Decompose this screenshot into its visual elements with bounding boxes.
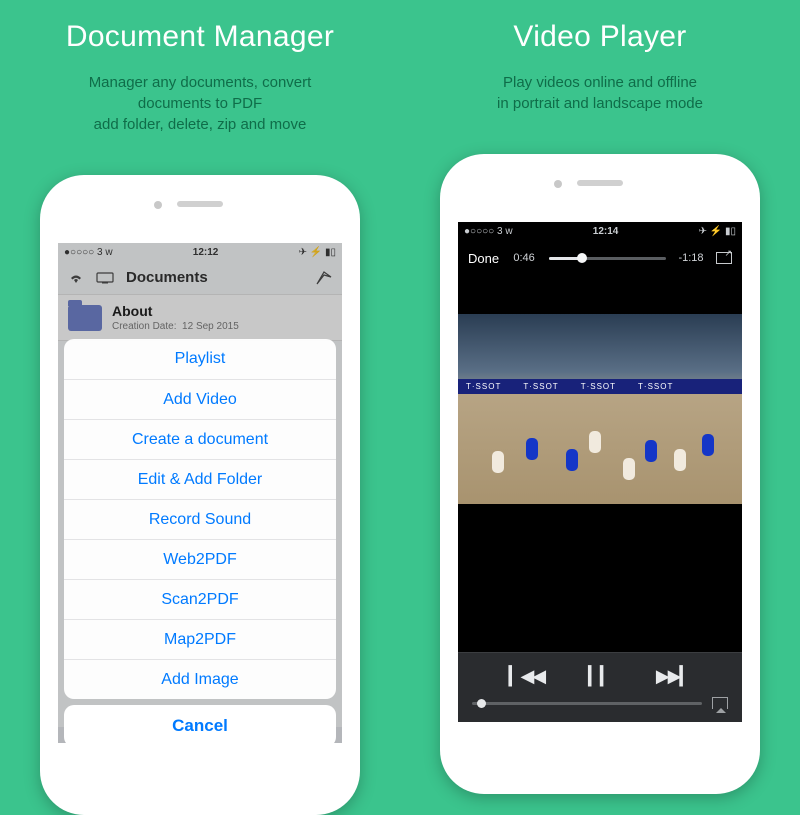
right-phone-frame: ●○○○○ 3 ᴡ 12:14 ✈ ⚡ ▮▯ Done 0:46 -1:18 T… xyxy=(440,154,760,794)
scrubber[interactable] xyxy=(549,257,666,260)
sheet-item-map2pdf[interactable]: Map2PDF xyxy=(64,619,336,659)
volume-slider[interactable] xyxy=(472,702,702,705)
right-subhead: Play videos online and offline in portra… xyxy=(497,72,703,114)
left-subhead: Manager any documents, convert documents… xyxy=(89,72,312,135)
ad-banner: T·SSOTT·SSOTT·SSOTT·SSOT xyxy=(458,379,742,395)
status-right: ✈ ⚡ ▮▯ xyxy=(699,226,736,237)
time-elapsed: 0:46 xyxy=(509,252,539,264)
right-headline: Video Player xyxy=(513,20,686,54)
sheet-item-record-sound[interactable]: Record Sound xyxy=(64,499,336,539)
sheet-item-playlist[interactable]: Playlist xyxy=(64,339,336,379)
status-time: 12:14 xyxy=(593,226,619,237)
status-carrier: ●○○○○ 3 ᴡ xyxy=(464,226,513,237)
video-frame[interactable]: T·SSOTT·SSOTT·SSOTT·SSOT xyxy=(458,314,742,504)
player-controls: ▎◀◀ ▎▎ ▶▶▎ xyxy=(458,652,742,722)
court xyxy=(458,394,742,504)
sheet-item-create-document[interactable]: Create a document xyxy=(64,419,336,459)
left-screen: ●○○○○ 3 ᴡ 12:12 ✈ ⚡ ▮▯ Documents xyxy=(58,243,342,743)
airplay-icon[interactable] xyxy=(712,697,728,709)
pause-button[interactable]: ▎▎ xyxy=(588,666,612,687)
right-screen: ●○○○○ 3 ᴡ 12:14 ✈ ⚡ ▮▯ Done 0:46 -1:18 T… xyxy=(458,222,742,722)
action-sheet: Playlist Add Video Create a document Edi… xyxy=(64,339,336,743)
next-track-button[interactable]: ▶▶▎ xyxy=(656,666,692,687)
sheet-item-scan2pdf[interactable]: Scan2PDF xyxy=(64,579,336,619)
fullscreen-icon[interactable] xyxy=(716,252,732,264)
done-button[interactable]: Done xyxy=(468,251,499,266)
scrubber-knob[interactable] xyxy=(577,253,587,263)
sheet-item-edit-add-folder[interactable]: Edit & Add Folder xyxy=(64,459,336,499)
sheet-item-add-image[interactable]: Add Image xyxy=(64,659,336,699)
sheet-cancel-button[interactable]: Cancel xyxy=(64,705,336,743)
time-remaining: -1:18 xyxy=(676,252,706,264)
sheet-item-web2pdf[interactable]: Web2PDF xyxy=(64,539,336,579)
left-headline: Document Manager xyxy=(66,20,334,54)
player-top-bar: Done 0:46 -1:18 xyxy=(458,240,742,276)
volume-knob[interactable] xyxy=(477,699,486,708)
status-bar: ●○○○○ 3 ᴡ 12:14 ✈ ⚡ ▮▯ xyxy=(458,222,742,240)
prev-track-button[interactable]: ▎◀◀ xyxy=(509,666,545,687)
sheet-options: Playlist Add Video Create a document Edi… xyxy=(64,339,336,699)
sheet-item-add-video[interactable]: Add Video xyxy=(64,379,336,419)
left-phone-frame: ●○○○○ 3 ᴡ 12:12 ✈ ⚡ ▮▯ Documents xyxy=(40,175,360,815)
